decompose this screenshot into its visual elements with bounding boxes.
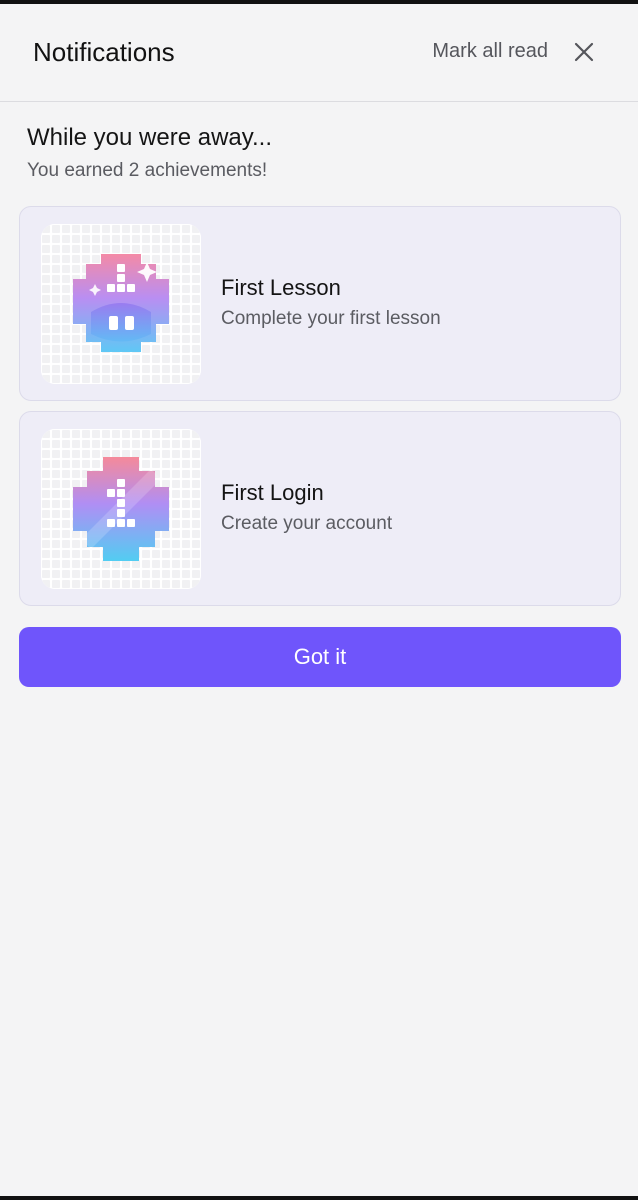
intro-heading: While you were away... bbox=[27, 124, 272, 151]
achievement-description: Create your account bbox=[221, 513, 393, 534]
achievement-card: First Lesson Complete your first lesson bbox=[19, 206, 621, 401]
first-lesson-badge-icon bbox=[41, 224, 201, 384]
achievement-title: First Login bbox=[221, 480, 324, 505]
status-strip-bottom bbox=[0, 1196, 638, 1200]
achievement-description: Complete your first lesson bbox=[221, 308, 441, 329]
got-it-button[interactable]: Got it bbox=[19, 627, 621, 687]
intro-subtitle: You earned 2 achievements! bbox=[27, 160, 268, 181]
achievement-card: First Login Create your account bbox=[19, 411, 621, 606]
achievement-title: First Lesson bbox=[221, 275, 341, 300]
first-login-badge-icon bbox=[41, 429, 201, 589]
close-icon[interactable] bbox=[570, 38, 598, 66]
notifications-header: Notifications Mark all read bbox=[0, 4, 638, 102]
mark-all-read-link[interactable]: Mark all read bbox=[432, 40, 548, 63]
page-title: Notifications bbox=[33, 37, 175, 67]
